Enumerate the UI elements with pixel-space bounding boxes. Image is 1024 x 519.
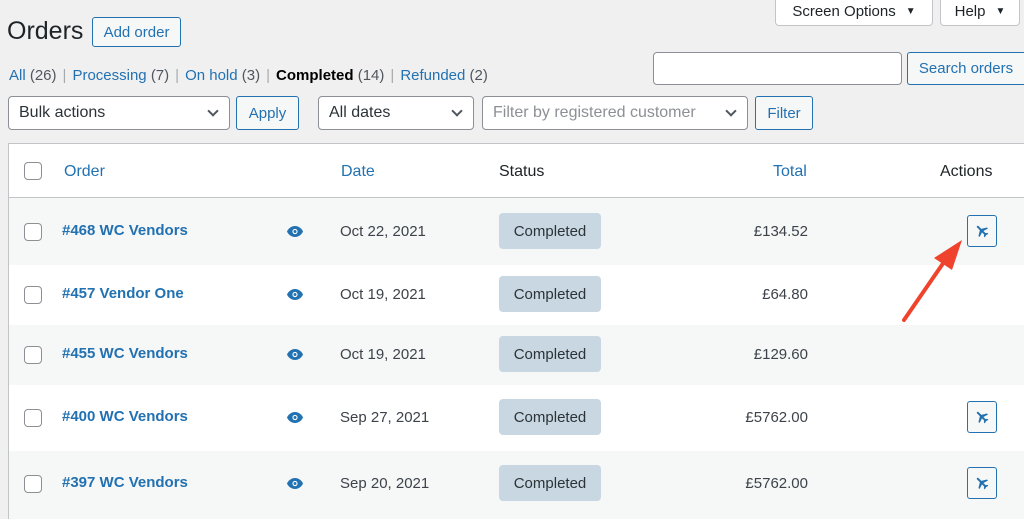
eye-icon[interactable] (287, 478, 303, 489)
bulk-actions-select[interactable]: Bulk actions (8, 96, 230, 130)
filter-processing[interactable]: Processing (7) (72, 67, 169, 84)
status-badge: Completed (499, 276, 601, 312)
ship-action-button[interactable] (967, 215, 997, 247)
order-link[interactable]: #455 WC Vendors (62, 345, 188, 362)
row-checkbox[interactable] (24, 409, 42, 427)
add-order-button[interactable]: Add order (92, 17, 181, 47)
search-orders-button[interactable]: Search orders (907, 52, 1024, 85)
order-date: Oct 22, 2021 (340, 223, 426, 240)
order-total: £5762.00 (745, 475, 808, 492)
search-input[interactable] (653, 52, 902, 85)
status-badge: Completed (499, 465, 601, 501)
separator: | (390, 67, 395, 84)
table-row[interactable]: #468 WC Vendors Oct 22, 2021 Completed £… (9, 198, 1024, 265)
separator: | (175, 67, 180, 84)
table-row[interactable]: #400 WC Vendors Sep 27, 2021 Completed £… (9, 385, 1024, 451)
customer-filter-placeholder: Filter by registered customer (493, 104, 696, 121)
column-date[interactable]: Date (341, 163, 375, 181)
screen-options-label: Screen Options (792, 2, 896, 20)
status-badge: Completed (499, 213, 601, 249)
table-row[interactable]: #455 WC Vendors Oct 19, 2021 Completed £… (9, 325, 1024, 385)
help-label: Help (954, 2, 986, 20)
table-row[interactable]: #457 Vendor One Oct 19, 2021 Completed £… (9, 265, 1024, 325)
order-link[interactable]: #457 Vendor One (62, 285, 184, 302)
ship-action-button[interactable] (967, 401, 997, 433)
order-date: Oct 19, 2021 (340, 346, 426, 363)
filter-button[interactable]: Filter (755, 96, 813, 130)
airplane-icon (976, 411, 989, 424)
filter-all[interactable]: All (26) (9, 67, 57, 84)
order-date: Sep 27, 2021 (340, 409, 430, 426)
order-date: Sep 20, 2021 (340, 475, 430, 492)
row-checkbox[interactable] (24, 286, 42, 304)
screen-options-button[interactable]: Screen Options ▼ (775, 0, 933, 26)
row-checkbox[interactable] (24, 223, 42, 241)
column-order[interactable]: Order (64, 163, 105, 181)
order-total: £134.52 (753, 223, 808, 240)
filter-refunded[interactable]: Refunded (2) (400, 67, 488, 84)
chevron-down-icon (725, 105, 737, 117)
ship-action-button[interactable] (967, 467, 997, 499)
order-link[interactable]: #397 WC Vendors (62, 474, 188, 491)
eye-icon[interactable] (287, 412, 303, 423)
row-checkbox[interactable] (24, 475, 42, 493)
orders-table: Order Date Status Total Actions #468 WC … (8, 143, 1024, 519)
eye-icon[interactable] (287, 226, 303, 237)
filter-completed[interactable]: Completed (14) (276, 67, 384, 84)
column-actions: Actions (940, 163, 993, 180)
table-header: Order Date Status Total Actions (9, 144, 1024, 198)
filter-on-hold[interactable]: On hold (3) (185, 67, 260, 84)
row-checkbox[interactable] (24, 346, 42, 364)
help-button[interactable]: Help ▼ (940, 0, 1020, 26)
eye-icon[interactable] (287, 289, 303, 300)
column-status: Status (499, 163, 545, 180)
page-title: Orders (7, 17, 84, 45)
apply-button[interactable]: Apply (236, 96, 299, 130)
separator: | (62, 67, 67, 84)
status-badge: Completed (499, 399, 601, 435)
chevron-down-icon (207, 105, 219, 117)
dates-select[interactable]: All dates (318, 96, 474, 130)
order-total: £129.60 (753, 346, 808, 363)
caret-down-icon: ▼ (905, 5, 916, 17)
order-total: £5762.00 (745, 409, 808, 426)
status-badge: Completed (499, 336, 601, 372)
eye-icon[interactable] (287, 349, 303, 360)
table-row[interactable]: #397 WC Vendors Sep 20, 2021 Completed £… (9, 451, 1024, 519)
order-total: £64.80 (762, 286, 808, 303)
customer-filter-select[interactable]: Filter by registered customer (482, 96, 748, 130)
order-link[interactable]: #468 WC Vendors (62, 222, 188, 239)
dates-value: All dates (329, 104, 391, 121)
order-link[interactable]: #400 WC Vendors (62, 408, 188, 425)
select-all-checkbox[interactable] (24, 162, 42, 180)
airplane-icon (976, 477, 989, 490)
order-date: Oct 19, 2021 (340, 286, 426, 303)
status-filters: All (26) | Processing (7) | On hold (3) … (9, 67, 488, 84)
bulk-actions-value: Bulk actions (19, 104, 106, 121)
caret-down-icon: ▼ (995, 5, 1006, 17)
chevron-down-icon (451, 105, 463, 117)
separator: | (266, 67, 271, 84)
column-total[interactable]: Total (773, 163, 807, 181)
airplane-icon (976, 225, 989, 238)
